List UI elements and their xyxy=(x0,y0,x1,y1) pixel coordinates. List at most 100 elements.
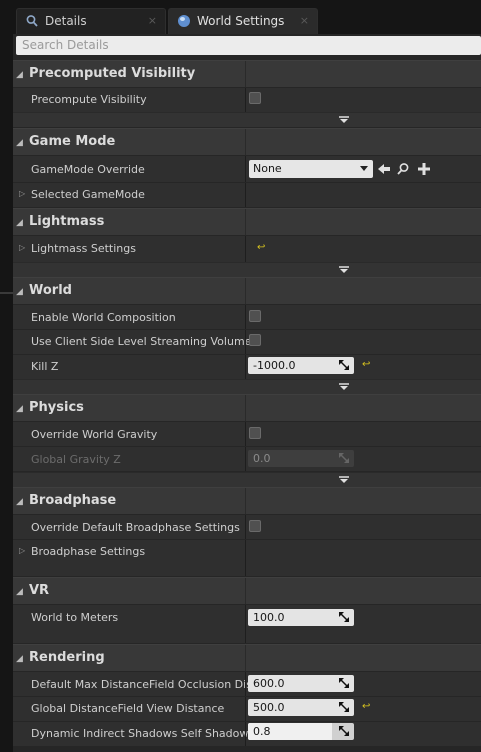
global-gravity-z-input: 0.0 xyxy=(248,450,354,467)
section-header-vr[interactable]: ◢ VR xyxy=(13,577,481,604)
section-header-broadphase[interactable]: ◢ Broadphase xyxy=(13,487,481,514)
section-title: World xyxy=(29,283,72,298)
collapse-arrow-icon: ◢ xyxy=(16,587,23,597)
drag-arrows-icon xyxy=(339,360,349,370)
property-label: Override Default Broadphase Settings xyxy=(31,521,240,534)
left-panel-edge xyxy=(0,34,13,752)
property-label: Lightmass Settings xyxy=(31,242,136,255)
expand-arrow-icon: ▷ xyxy=(19,243,26,252)
plus-icon[interactable] xyxy=(417,162,431,176)
dynamic-indirect-shadows-slider[interactable]: 0.8 xyxy=(248,723,354,740)
section-title: Game Mode xyxy=(29,134,116,149)
number-value: 600.0 xyxy=(253,677,285,690)
property-row-global-gravity-z: Global Gravity Z xyxy=(13,446,481,471)
globe-icon xyxy=(178,15,190,27)
number-value: 100.0 xyxy=(253,611,285,624)
section-header-game-mode[interactable]: ◢ Game Mode xyxy=(13,128,481,155)
close-icon[interactable]: × xyxy=(148,9,157,33)
tab-details-label: Details xyxy=(45,14,87,28)
kill-z-input[interactable]: -1000.0 xyxy=(248,357,354,374)
use-selected-arrow-icon[interactable] xyxy=(377,162,391,176)
property-row-broadphase-settings[interactable]: ▷ Broadphase Settings xyxy=(13,539,481,576)
property-row-world-to-meters: World to Meters xyxy=(13,604,481,643)
number-value: 0.0 xyxy=(253,452,271,465)
number-value: -1000.0 xyxy=(253,359,296,372)
reset-to-default-icon[interactable]: ↩ xyxy=(257,243,265,253)
number-value: 500.0 xyxy=(253,701,285,714)
property-row-global-distancefield-view: Global DistanceField View Distance xyxy=(13,696,481,721)
world-to-meters-input[interactable]: 100.0 xyxy=(248,609,354,626)
drag-arrows-icon xyxy=(339,612,349,622)
section-title: Broadphase xyxy=(29,493,117,508)
property-row-lightmass-settings[interactable]: ▷ Lightmass Settings xyxy=(13,235,481,262)
collapse-arrow-icon: ◢ xyxy=(16,287,23,297)
section-title: VR xyxy=(29,583,50,598)
property-row-gamemode-override: GameMode Override xyxy=(13,155,481,182)
override-broadphase-checkbox[interactable] xyxy=(249,520,261,532)
advanced-expander[interactable] xyxy=(13,262,481,277)
section-header-physics[interactable]: ◢ Physics xyxy=(13,394,481,421)
collapse-arrow-icon: ◢ xyxy=(16,218,23,228)
property-label: Default Max DistanceField Occlusion Dist… xyxy=(31,678,263,691)
property-row-precompute-visibility: Precompute Visibility xyxy=(13,87,481,112)
property-label: Global Gravity Z xyxy=(31,453,121,466)
reset-to-default-icon[interactable]: ↩ xyxy=(362,702,370,712)
search-icon xyxy=(26,15,38,27)
property-label: Enable World Composition xyxy=(31,311,176,324)
collapse-arrow-icon: ◢ xyxy=(16,497,23,507)
client-side-streaming-checkbox[interactable] xyxy=(249,334,261,346)
enable-world-composition-checkbox[interactable] xyxy=(249,310,261,322)
property-label: Use Client Side Level Streaming Volumes xyxy=(31,335,258,348)
precompute-visibility-checkbox[interactable] xyxy=(249,92,261,104)
section-header-rendering[interactable]: ◢ Rendering xyxy=(13,644,481,671)
expand-arrow-icon: ▷ xyxy=(19,189,26,198)
section-title: Rendering xyxy=(29,650,105,665)
override-world-gravity-checkbox[interactable] xyxy=(249,427,261,439)
collapse-arrow-icon: ◢ xyxy=(16,138,23,148)
section-title: Physics xyxy=(29,400,84,415)
chevron-down-icon xyxy=(339,116,349,123)
section-title: Lightmass xyxy=(29,214,105,229)
property-label: Dynamic Indirect Shadows Self Shadowing xyxy=(31,727,266,740)
chevron-down-icon xyxy=(339,383,349,390)
section-header-precomputed-visibility[interactable]: ◢ Precomputed Visibility xyxy=(13,60,481,87)
property-row-max-distancefield-occlusion: Default Max DistanceField Occlusion Dist… xyxy=(13,671,481,696)
tab-details[interactable]: Details × xyxy=(16,8,166,34)
advanced-expander[interactable] xyxy=(13,379,481,394)
chevron-down-icon xyxy=(360,166,368,171)
property-row-enable-world-composition: Enable World Composition xyxy=(13,304,481,329)
chevron-down-icon xyxy=(339,266,349,273)
dropdown-value: None xyxy=(253,162,282,175)
expand-arrow-icon: ▷ xyxy=(19,546,26,555)
reset-to-default-icon[interactable]: ↩ xyxy=(362,360,370,370)
property-row-selected-gamemode[interactable]: ▷ Selected GameMode xyxy=(13,182,481,207)
global-distancefield-view-input[interactable]: 500.0 xyxy=(248,699,354,716)
section-header-world[interactable]: ◢ World xyxy=(13,277,481,304)
gamemode-override-dropdown[interactable]: None xyxy=(249,160,373,178)
max-distancefield-occlusion-input[interactable]: 600.0 xyxy=(248,675,354,692)
property-label: Selected GameMode xyxy=(31,188,145,201)
drag-arrows-icon xyxy=(339,702,349,712)
property-label: Precompute Visibility xyxy=(31,93,147,106)
tab-world-settings-label: World Settings xyxy=(197,14,285,28)
advanced-expander[interactable] xyxy=(13,112,481,127)
browse-magnifier-icon[interactable] xyxy=(396,162,410,176)
collapse-arrow-icon: ◢ xyxy=(16,654,23,664)
chevron-down-icon xyxy=(339,476,349,483)
property-label: World to Meters xyxy=(31,611,119,624)
close-icon[interactable]: × xyxy=(300,9,309,33)
drag-arrows-icon xyxy=(339,678,349,688)
property-row-dynamic-indirect-shadows: Dynamic Indirect Shadows Self Shadowing xyxy=(13,721,481,746)
property-label: Broadphase Settings xyxy=(31,545,146,558)
section-header-lightmass[interactable]: ◢ Lightmass xyxy=(13,208,481,235)
property-row-client-side-streaming: Use Client Side Level Streaming Volumes xyxy=(13,329,481,354)
search-input[interactable]: Search Details xyxy=(16,36,481,55)
collapse-arrow-icon: ◢ xyxy=(16,70,23,80)
advanced-expander[interactable] xyxy=(13,472,481,487)
number-value: 0.8 xyxy=(253,725,271,738)
tab-world-settings[interactable]: World Settings × xyxy=(168,8,318,34)
property-label: Override World Gravity xyxy=(31,428,158,441)
section-title: Precomputed Visibility xyxy=(29,66,196,81)
drag-arrows-icon xyxy=(339,726,349,736)
tab-bar: Details × World Settings × xyxy=(0,0,481,34)
